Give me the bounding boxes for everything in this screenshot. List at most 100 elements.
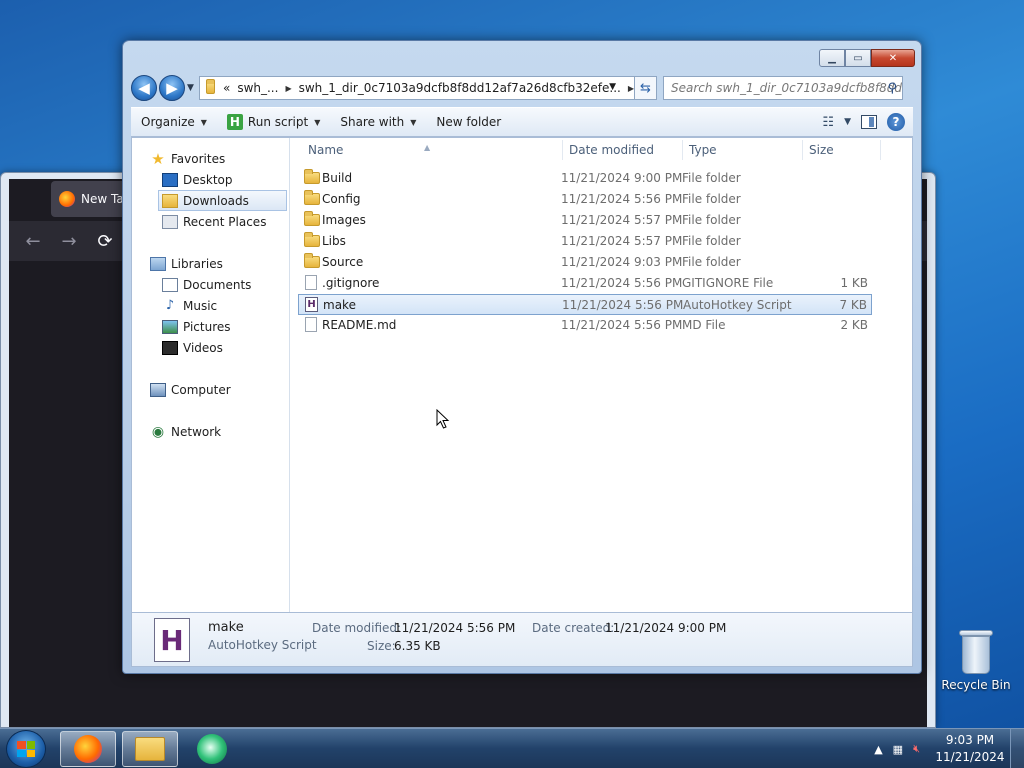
preview-pane-icon[interactable] [861,115,877,129]
recycle-bin-label: Recycle Bin [941,678,1011,692]
details-size-value: 6.35 KB [394,639,441,653]
run-script-button[interactable]: H Run script ▼ [217,108,330,136]
address-dropdown-icon[interactable]: ▼ [609,82,616,92]
file-type: File folder [682,192,741,206]
view-dropdown-icon[interactable]: ▼ [844,117,851,127]
taskbar-firefox-button[interactable] [60,731,116,767]
file-name: Source [322,255,364,269]
file-row-selected[interactable]: H make 11/21/2024 5:56 PM AutoHotkey Scr… [298,294,872,315]
nav-item-documents[interactable]: Documents [132,274,289,295]
file-row[interactable]: README.md 11/21/2024 5:56 PM MD File 2 K… [298,315,872,336]
recent-pages-dropdown[interactable]: ▼ [187,83,197,93]
minimize-button[interactable]: ▁ [819,49,845,67]
file-name: Config [322,192,361,206]
network-status-icon[interactable]: ▦ [893,743,903,756]
star-icon: ★ [151,149,165,168]
mouse-cursor-icon [436,409,450,429]
clock[interactable]: 9:03 PM 11/21/2024 [930,732,1010,766]
autohotkey-file-icon: H [154,618,190,662]
run-script-label: Run script [247,115,309,129]
show-desktop-button[interactable] [1010,729,1024,768]
nav-label: Favorites [171,151,226,166]
downloads-folder-icon [162,193,178,208]
documents-icon [162,277,178,292]
column-header-name[interactable]: Name [308,143,343,157]
file-row[interactable]: Images 11/21/2024 5:57 PM File folder [298,210,872,231]
refresh-icon[interactable]: ⇆ [635,76,657,100]
file-name: README.md [322,318,397,332]
maximize-button[interactable]: ▭ [845,49,871,67]
file-list-pane[interactable]: ▲ Name Date modified Type Size Build 11/… [290,138,912,612]
recycle-bin-desktop-icon[interactable]: Recycle Bin [940,630,1012,692]
breadcrumb-separator-icon[interactable]: ▶ [628,84,634,93]
nav-item-desktop[interactable]: Desktop [132,169,289,190]
nav-label: Network [171,424,222,439]
details-modified-value: 11/21/2024 5:56 PM [394,621,516,635]
nav-item-pictures[interactable]: Pictures [132,316,289,337]
file-row[interactable]: Config 11/21/2024 5:56 PM File folder [298,189,872,210]
folder-icon [304,232,320,247]
back-button[interactable]: ◀ [131,75,157,101]
navigation-pane[interactable]: ★ Favorites Desktop Downloads Recent Plac… [132,138,290,612]
breadcrumb-separator-icon[interactable]: ▶ [285,84,291,93]
explorer-window[interactable]: ▁ ▭ ✕ ◀ ▶ ▼ « swh_... ▶ swh_1_dir_0c7103… [122,40,922,674]
desktop-icon [162,172,178,187]
nav-item-videos[interactable]: Videos [132,337,289,358]
file-row[interactable]: Source 11/21/2024 9:03 PM File folder [298,252,872,273]
file-type: File folder [682,171,741,185]
reload-icon[interactable]: ⟳ [95,231,115,252]
column-header-type[interactable]: Type [689,143,717,157]
share-with-label: Share with [340,115,405,129]
forward-button[interactable]: ▶ [159,75,185,101]
nav-item-recent-places[interactable]: Recent Places [132,211,289,232]
firefox-icon [59,191,75,207]
taskbar-app-button[interactable] [184,731,240,767]
search-icon[interactable]: ⚲ [887,81,897,96]
explorer-main: ★ Favorites Desktop Downloads Recent Plac… [131,137,913,613]
nav-label: Videos [183,340,223,355]
organize-button[interactable]: Organize ▼ [131,108,217,136]
folder-icon [304,253,320,268]
file-type: File folder [682,234,741,248]
close-button[interactable]: ✕ [871,49,915,67]
address-overflow[interactable]: « [223,81,230,95]
nav-item-favorites[interactable]: ★ Favorites [132,148,289,169]
share-with-button[interactable]: Share with ▼ [330,108,426,136]
volume-muted-icon[interactable]: 🔇︎ [913,742,920,756]
file-date: 11/21/2024 5:56 PM [561,192,683,206]
new-folder-button[interactable]: New folder [426,108,511,136]
folder-icon [304,169,320,184]
file-row[interactable]: .gitignore 11/21/2024 5:56 PM GITIGNORE … [298,273,872,294]
nav-item-computer[interactable]: Computer [132,379,289,400]
column-header-size[interactable]: Size [809,143,834,157]
nav-label: Music [183,298,218,313]
nav-label: Desktop [183,172,233,187]
file-type: File folder [682,213,741,227]
file-date: 11/21/2024 9:03 PM [561,255,683,269]
back-arrow-icon[interactable]: ← [23,231,43,252]
nav-item-libraries[interactable]: Libraries [132,253,289,274]
recent-places-icon [162,214,178,229]
breadcrumb-2[interactable]: swh_1_dir_0c7103a9dcfb8f8dd12af7a26d8cfb… [299,81,621,95]
column-header-date-modified[interactable]: Date modified [569,143,654,157]
details-size-label: Size: [367,639,396,653]
forward-arrow-icon[interactable]: → [59,231,79,252]
change-view-icon[interactable]: ☷ [822,115,834,130]
file-row[interactable]: Build 11/21/2024 9:00 PM File folder [298,168,872,189]
nav-item-downloads[interactable]: Downloads [158,190,287,211]
help-icon[interactable]: ? [887,113,905,131]
nav-item-music[interactable]: ♪ Music [132,295,289,316]
videos-icon [162,340,178,355]
nav-label: Documents [183,277,252,292]
file-row[interactable]: Libs 11/21/2024 5:57 PM File folder [298,231,872,252]
file-name: Images [322,213,366,227]
taskbar-explorer-button[interactable] [122,731,178,767]
address-bar[interactable]: « swh_... ▶ swh_1_dir_0c7103a9dcfb8f8dd1… [199,76,635,100]
file-type: File folder [682,255,741,269]
start-button[interactable] [6,730,46,768]
computer-icon [150,382,166,397]
show-hidden-icons-icon[interactable]: ▲ [874,743,882,756]
nav-item-network[interactable]: ◉ Network [132,421,289,442]
breadcrumb-1[interactable]: swh_... [237,81,278,95]
search-input[interactable]: Search swh_1_dir_0c7103a9dcfb8f8dd... ⚲ [663,76,903,100]
